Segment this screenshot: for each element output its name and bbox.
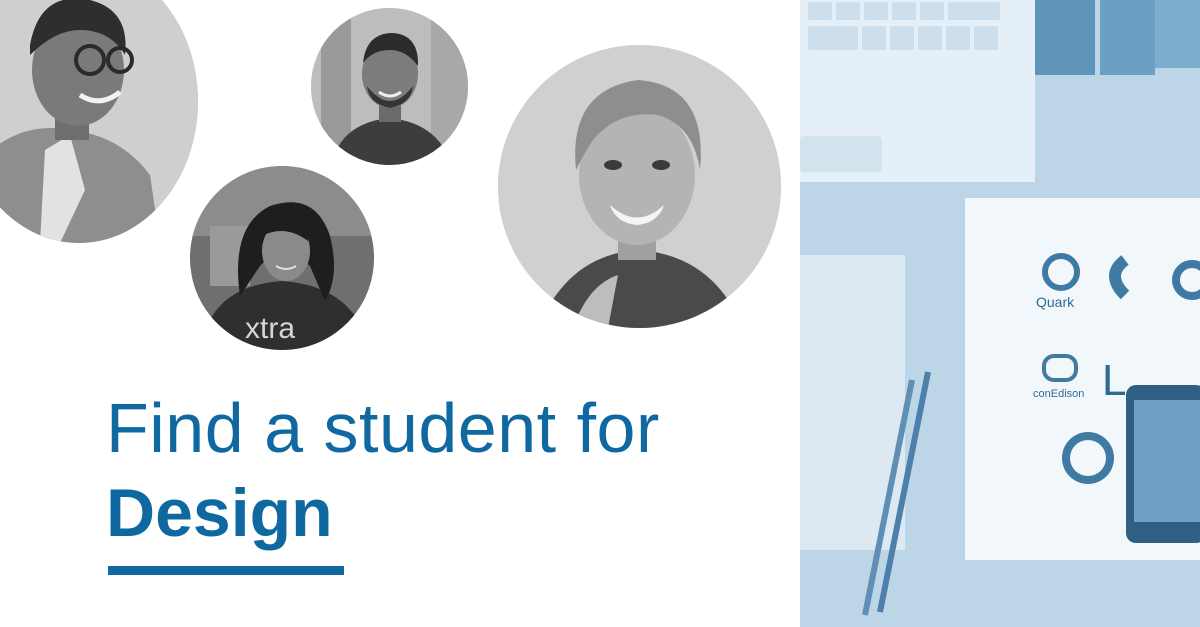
person-photo-icon [498, 45, 781, 328]
student-avatar-2 [311, 8, 468, 165]
svg-text:Quark: Quark [1036, 294, 1075, 310]
hero-left-panel: xtra Find a student for Design [0, 0, 800, 627]
svg-text:L: L [1102, 356, 1126, 405]
person-photo-icon [0, 0, 198, 243]
subject-text: Design [106, 475, 333, 551]
desk-photo: Quark conEdison L [800, 0, 1200, 627]
student-avatar-3: xtra [190, 166, 374, 350]
student-avatar-1 [0, 0, 198, 243]
person-photo-icon [311, 8, 468, 165]
person-photo-icon: xtra [190, 166, 374, 350]
svg-text:conEdison: conEdison [1033, 388, 1084, 400]
subject-underline [108, 566, 344, 575]
student-avatar-4 [498, 45, 781, 328]
desk-photo-image: Quark conEdison L [800, 0, 1200, 627]
svg-text:xtra: xtra [245, 312, 295, 345]
headline-text: Find a student for [106, 389, 660, 467]
